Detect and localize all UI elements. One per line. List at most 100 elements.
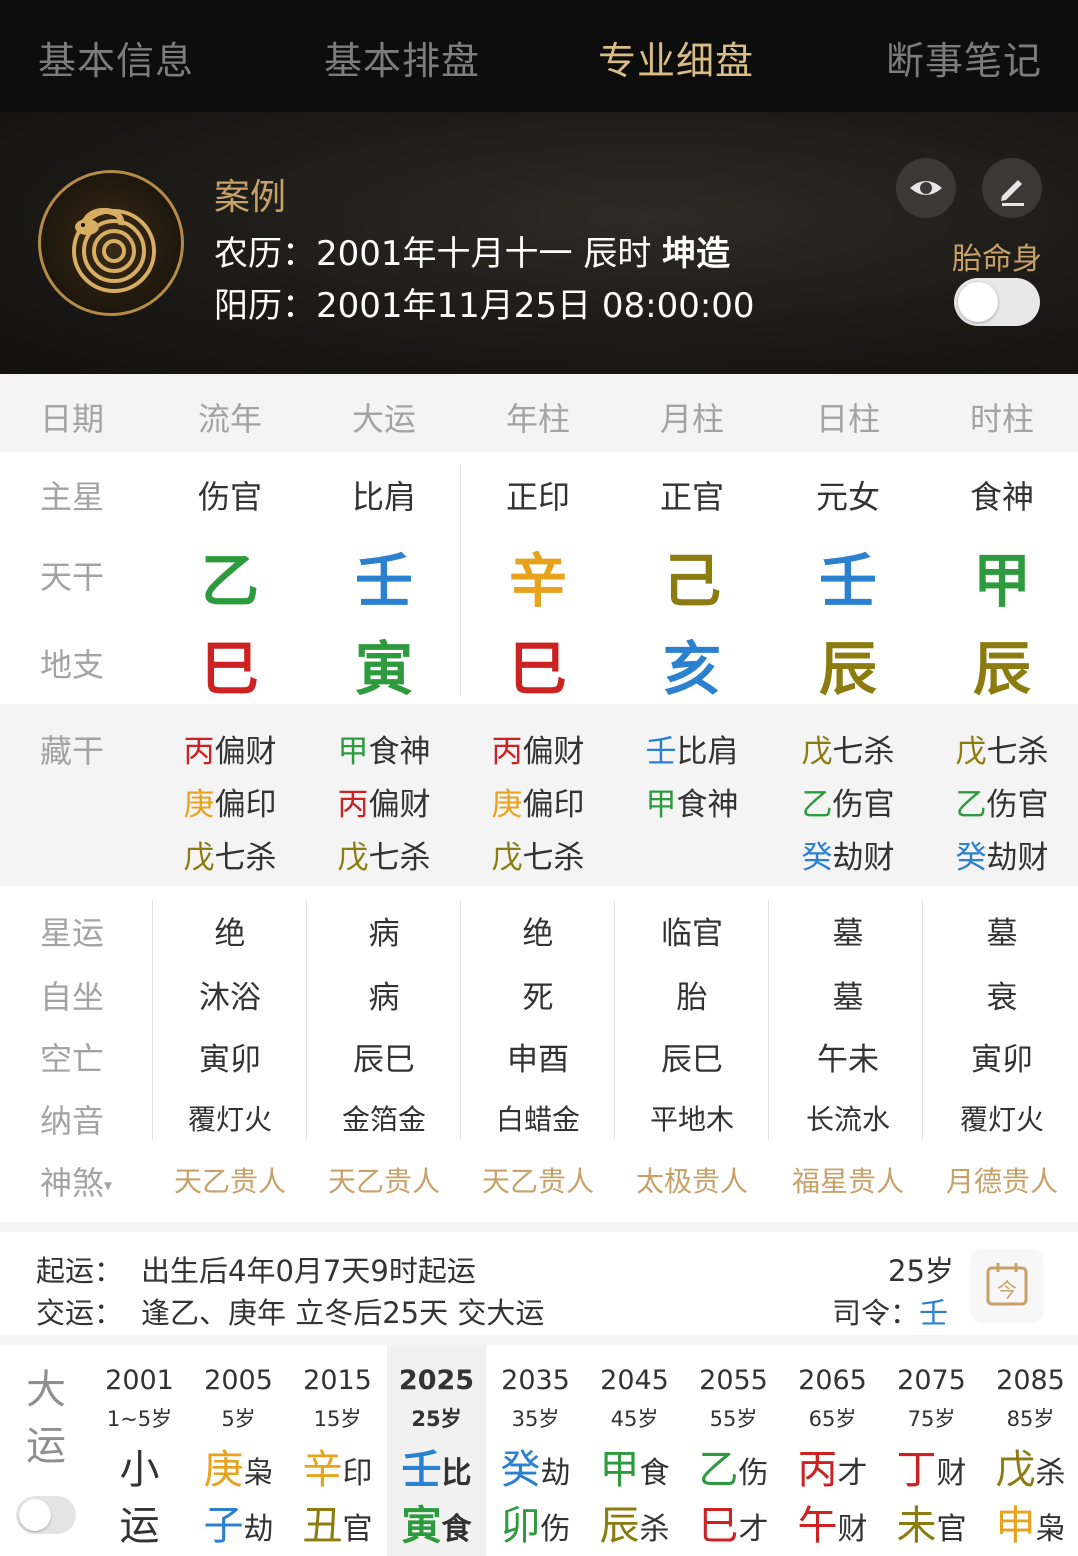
- hidden-stem-god: 劫财: [986, 840, 1049, 876]
- dayun-column[interactable]: 2055 55岁 乙伤 巳才: [684, 1345, 783, 1556]
- star-luck-value: 墓: [832, 916, 864, 952]
- dayun-stem-god: 才: [837, 1456, 868, 1491]
- earthly-branch[interactable]: 亥: [617, 622, 767, 706]
- dayun-branch: 运: [90, 1493, 189, 1551]
- lunar-label: 农历：: [214, 234, 316, 274]
- siling: 司令：壬: [832, 1290, 948, 1332]
- hidden-stem-item: 戊七杀: [927, 726, 1077, 771]
- hidden-stem-god: 七杀: [986, 734, 1049, 770]
- calendar-today-char: 今: [997, 1278, 1017, 1302]
- xiaoyun-toggle[interactable]: [16, 1496, 76, 1534]
- heavenly-stem[interactable]: 己: [617, 534, 767, 618]
- dayun-column[interactable]: 2085 85岁 戊杀 申枭: [981, 1345, 1078, 1556]
- dayun-year: 2045: [600, 1365, 669, 1396]
- heavenly-stem[interactable]: 壬: [773, 534, 923, 618]
- dayun-branch-char: 丑: [302, 1503, 343, 1549]
- tab-notes[interactable]: 断事笔记: [886, 30, 1042, 85]
- earthly-branch[interactable]: 巳: [463, 622, 613, 706]
- dayun-stem: 戊杀: [981, 1437, 1078, 1495]
- hidden-stem-god: 偏财: [214, 734, 277, 770]
- dayun-column[interactable]: 2075 75岁 丁财 未官: [882, 1345, 981, 1556]
- dayun-column[interactable]: 2035 35岁 癸劫 卯伤: [486, 1345, 585, 1556]
- edit-button[interactable]: [982, 158, 1042, 218]
- dayun-column[interactable]: 2045 45岁 甲食 辰杀: [585, 1345, 684, 1556]
- shensha-value[interactable]: 天乙贵人: [155, 1160, 305, 1200]
- dayun-branch: 丑官: [288, 1493, 387, 1551]
- dayun-branch: 寅食: [387, 1493, 486, 1551]
- heavenly-stem[interactable]: 辛: [463, 534, 613, 618]
- dayun-branch-char: 午: [797, 1503, 838, 1549]
- hidden-stem-char: 戊: [337, 840, 369, 876]
- taimingshen-label: 胎命身: [952, 242, 1042, 277]
- hidden-stem-item: 戊七杀: [309, 832, 459, 877]
- tab-basic-chart[interactable]: 基本排盘: [324, 30, 480, 85]
- siling-value: 壬: [919, 1296, 949, 1330]
- hidden-stem-god: 食神: [368, 734, 431, 770]
- dayun-stem-god: 印: [342, 1456, 373, 1491]
- star-luck-value: 病: [368, 916, 400, 952]
- dayun-stem: 丙才: [783, 1437, 882, 1495]
- dayun-age: 35岁: [511, 1407, 560, 1431]
- star-luck-value: 临官: [661, 916, 723, 952]
- dayun-column[interactable]: 2001 1~5岁小运: [90, 1345, 189, 1556]
- row-label-main-star: 主星: [40, 478, 105, 516]
- hidden-stem-char: 癸: [801, 840, 833, 876]
- hidden-stem-god: 偏印: [522, 787, 585, 823]
- section-divider: [0, 1222, 1078, 1232]
- today-calendar-button[interactable]: 今: [972, 1250, 1042, 1320]
- dayun-year: 2025: [398, 1365, 475, 1396]
- dayun-branch-char: 子: [203, 1503, 244, 1549]
- earthly-branch[interactable]: 辰: [927, 622, 1077, 706]
- dayun-branch: 巳才: [684, 1493, 783, 1551]
- tab-basic-info[interactable]: 基本信息: [38, 30, 194, 85]
- dayun-column[interactable]: 2025 25岁 壬比 寅食: [387, 1345, 486, 1556]
- star-luck-value: 绝: [522, 916, 554, 952]
- eye-button[interactable]: [896, 158, 956, 218]
- dayun-branch-god: 官: [342, 1512, 373, 1547]
- self-seat-value: 死: [522, 980, 554, 1016]
- dayun-column[interactable]: 2015 15岁 辛印 丑官: [288, 1345, 387, 1556]
- dayun-branch-char: 卯: [500, 1503, 541, 1549]
- shensha-value[interactable]: 天乙贵人: [463, 1160, 613, 1200]
- tab-professional-chart[interactable]: 专业细盘: [598, 30, 754, 85]
- dayun-stem-god: 杀: [1035, 1456, 1066, 1491]
- main-star: 比肩: [351, 478, 416, 516]
- shensha-value[interactable]: 太极贵人: [617, 1160, 767, 1200]
- snake-avatar-icon[interactable]: [38, 170, 184, 316]
- qiyun-jiao-value: 逢乙、庚年 立冬后25天 交大运: [141, 1296, 545, 1330]
- heavenly-stem[interactable]: 甲: [927, 534, 1077, 618]
- dayun-branch-char: 辰: [599, 1503, 640, 1549]
- hidden-stem-char: 戊: [183, 840, 215, 876]
- hidden-stem-char: 戊: [955, 734, 987, 770]
- dayun-stem: 壬比: [387, 1437, 486, 1495]
- dayun-branch-char: 运: [119, 1503, 160, 1549]
- column-header: 时柱: [969, 400, 1034, 438]
- shensha-value[interactable]: 天乙贵人: [309, 1160, 459, 1200]
- dayun-stem-char: 乙: [698, 1447, 739, 1493]
- hidden-stem-god: 伤官: [986, 787, 1049, 823]
- dayun-stem: 癸劫: [486, 1437, 585, 1495]
- hidden-stem-item: 乙伤官: [773, 779, 923, 824]
- dayun-stem-char: 癸: [500, 1447, 541, 1493]
- dayun-column[interactable]: 2065 65岁 丙才 午财: [783, 1345, 882, 1556]
- dayun-stem-char: 甲: [599, 1447, 640, 1493]
- heavenly-stem[interactable]: 乙: [155, 534, 305, 618]
- earthly-branch[interactable]: 辰: [773, 622, 923, 706]
- column-header: 流年: [197, 400, 262, 438]
- dayun-stem-char: 小: [119, 1447, 160, 1493]
- hidden-stem-item: 甲食神: [309, 726, 459, 771]
- earthly-branch[interactable]: 巳: [155, 622, 305, 706]
- dayun-branch-god: 枭: [1035, 1512, 1066, 1547]
- hidden-stem-god: 偏财: [368, 787, 431, 823]
- kongwang-value: 寅卯: [971, 1042, 1033, 1078]
- row-label-shensha[interactable]: 神煞▾: [40, 1158, 112, 1204]
- dayun-branch-god: 官: [936, 1512, 967, 1547]
- earthly-branch[interactable]: 寅: [309, 622, 459, 706]
- heavenly-stem[interactable]: 壬: [309, 534, 459, 618]
- shensha-value[interactable]: 福星贵人: [773, 1160, 923, 1200]
- hidden-stem-item: 癸劫财: [927, 832, 1077, 877]
- shensha-value[interactable]: 月德贵人: [927, 1160, 1077, 1200]
- taimingshen-toggle[interactable]: [954, 278, 1040, 326]
- dayun-column[interactable]: 2005 5岁 庚枭 子劫: [189, 1345, 288, 1556]
- hidden-stem-god: 偏印: [214, 787, 277, 823]
